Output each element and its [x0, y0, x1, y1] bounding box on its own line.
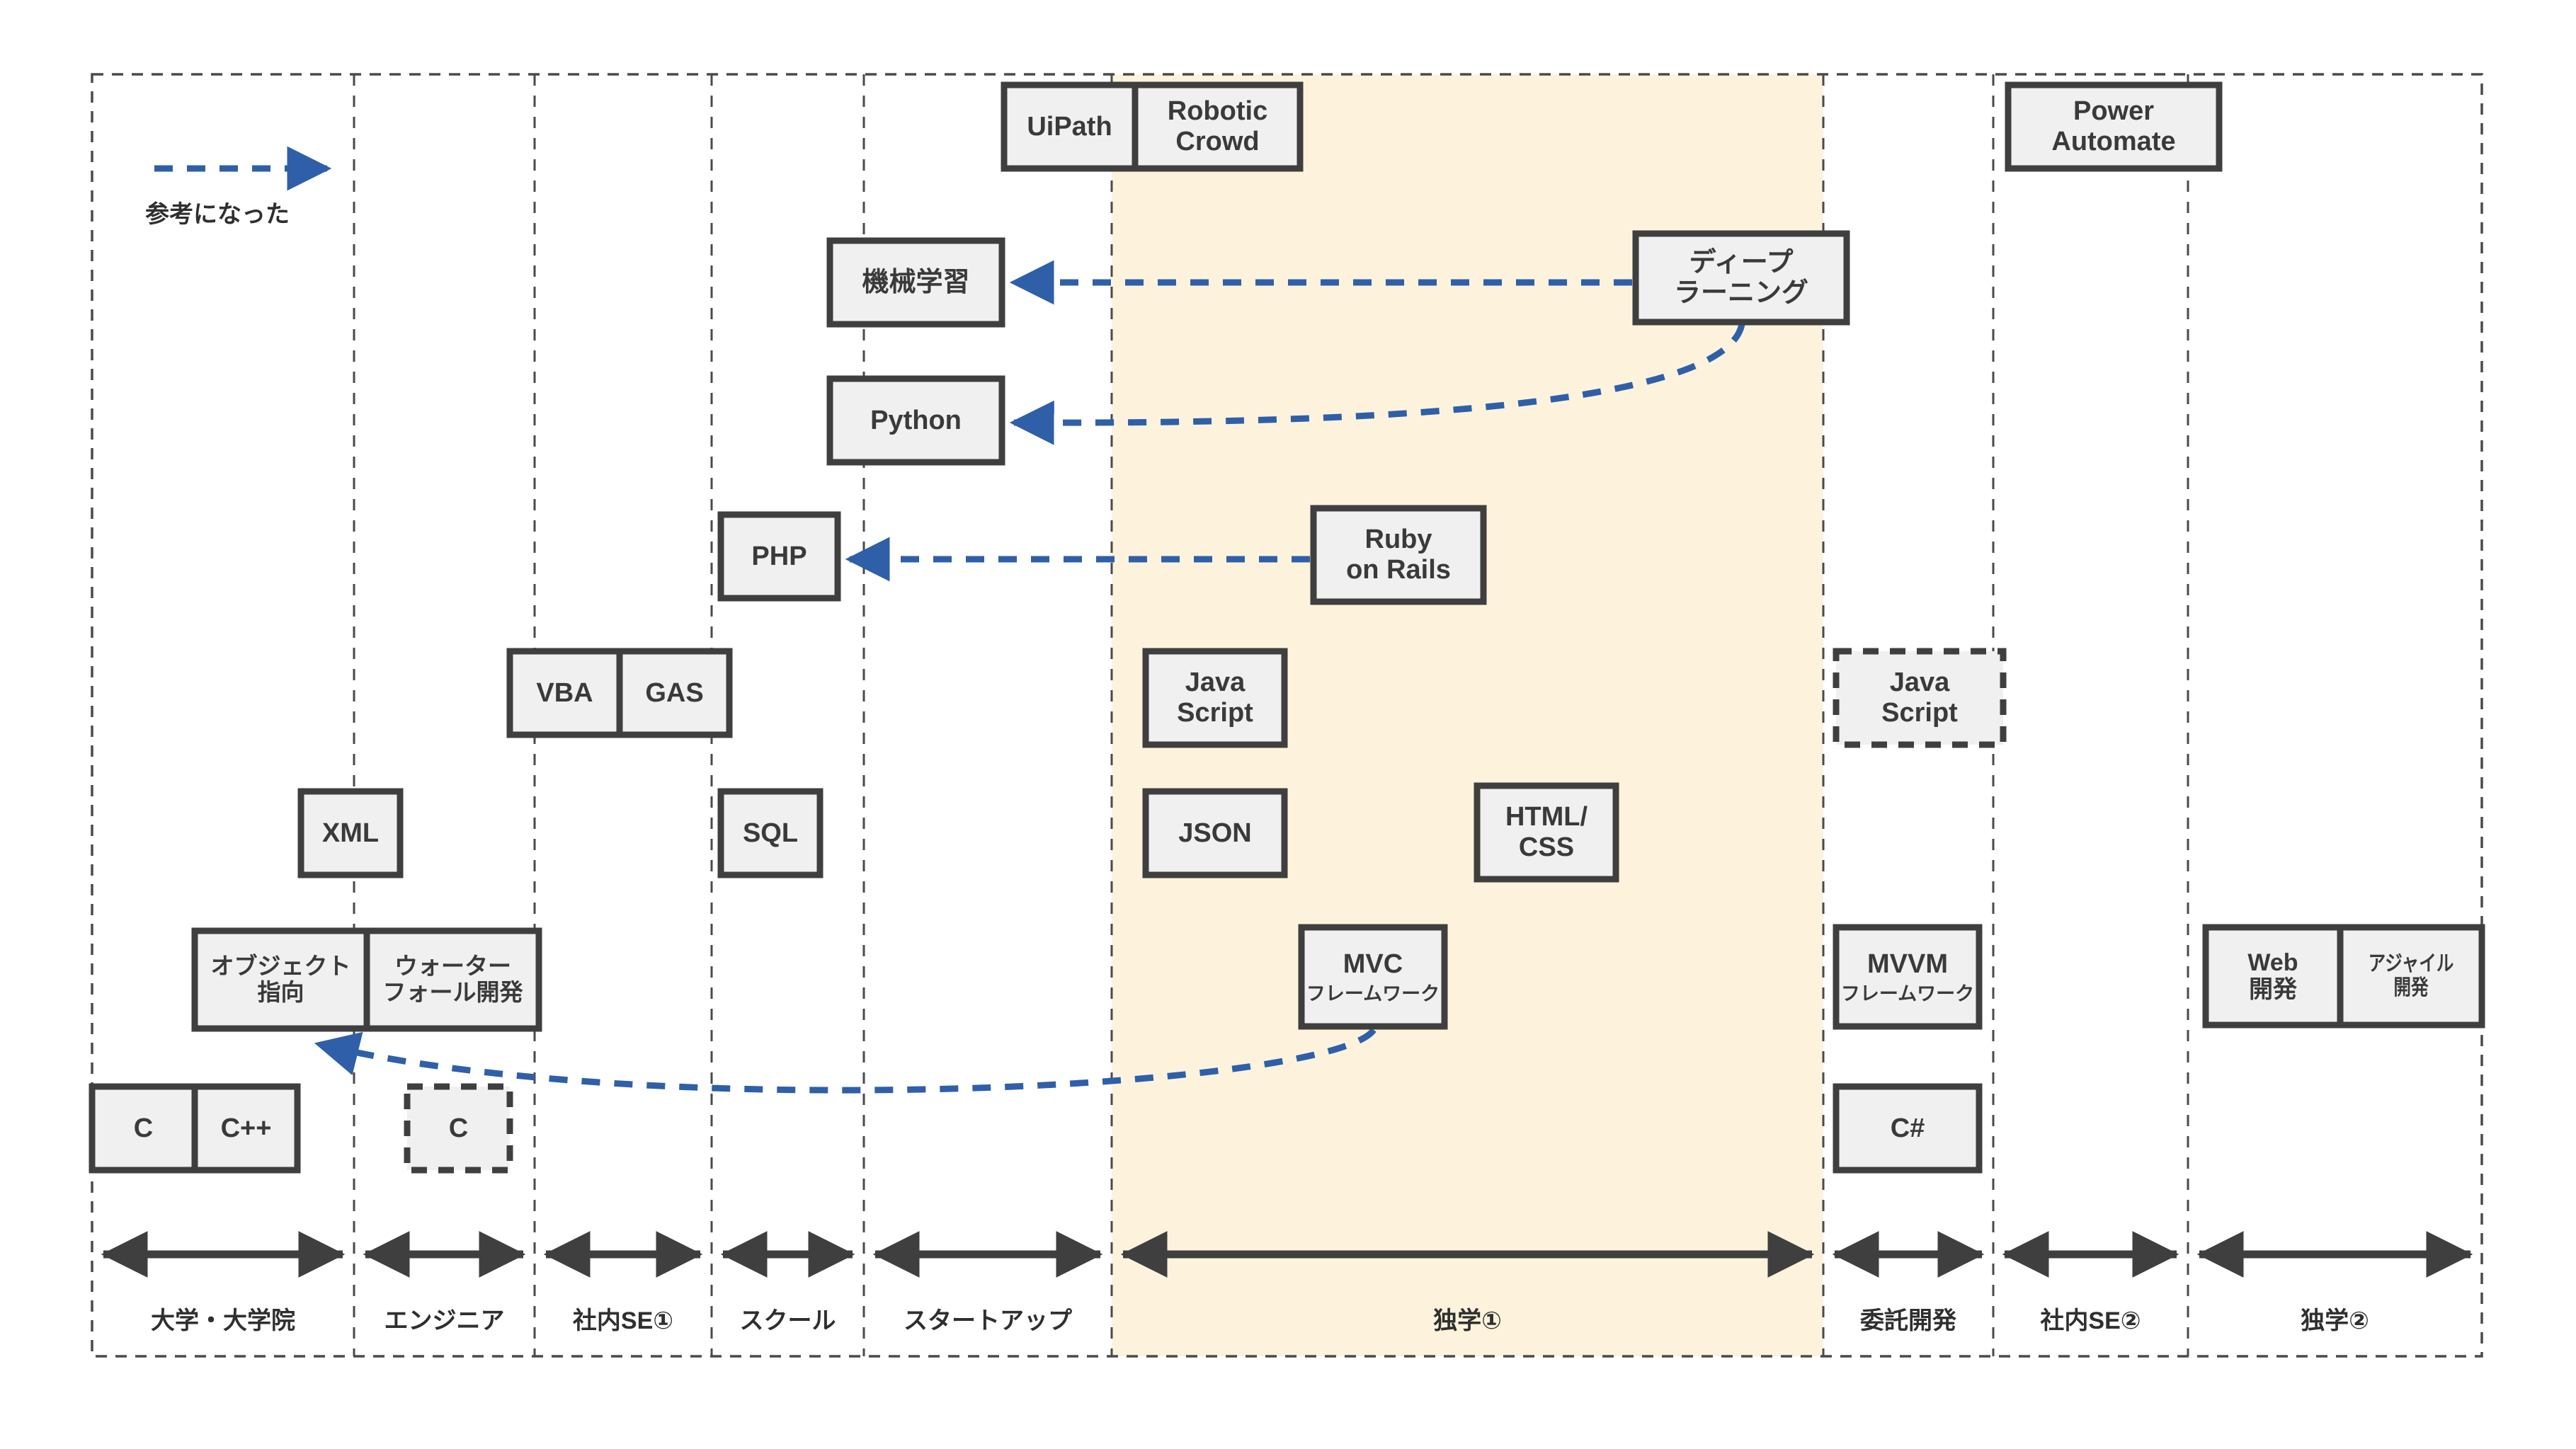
diagram-svg [89, 73, 2485, 1358]
box-b_python [826, 375, 1005, 466]
box-b_oop [191, 927, 370, 1032]
box-b_sql [717, 788, 823, 878]
phase-label-p8: 社内SE② [2040, 1307, 2141, 1334]
phase-label-p3: 社内SE① [572, 1307, 674, 1334]
box-b_robotic [1132, 81, 1304, 172]
box-b_power [2005, 81, 2223, 172]
box-b_ruby [1310, 505, 1487, 605]
phase-label-p4: スクール [739, 1307, 836, 1334]
phase-label-p2: エンジニア [384, 1307, 505, 1334]
phase-label-p1: 大学・大学院 [151, 1307, 295, 1334]
box-b_js1 [1142, 648, 1288, 748]
phase-label-p6: 独学① [1433, 1307, 1502, 1334]
phase-label-p9: 独学② [2301, 1307, 2369, 1334]
phase-label-p5: スタートアップ [904, 1307, 1072, 1334]
box-b_vba [506, 648, 623, 738]
box-b_js2 [1833, 648, 2007, 748]
box-b_web [2202, 924, 2344, 1029]
box-b_csharp [1833, 1083, 1983, 1174]
box-b_mvvm [1833, 924, 1983, 1030]
box-b_gas [616, 648, 733, 738]
box-b_deep [1632, 230, 1850, 326]
box-b_waterfall [363, 927, 542, 1032]
box-b_uipath [1001, 81, 1139, 172]
box-b_agile [2337, 924, 2485, 1029]
legend-label: 参考になった [145, 201, 290, 228]
box-b_c2 [404, 1083, 513, 1174]
box-b_htmlcss [1474, 782, 1619, 883]
diagram-canvas: 参考になった UiPath Robotic Crowd Power Automate… [0, 0, 2576, 1449]
box-b_json [1142, 788, 1288, 878]
box-b_kikai [826, 237, 1005, 328]
phase-label-p7: 委託開発 [1860, 1307, 1956, 1334]
box-b_xml [297, 788, 404, 878]
box-b_c1 [89, 1083, 198, 1174]
box-b_mvc [1298, 924, 1448, 1030]
box-b_php [717, 511, 841, 602]
box-b_cpp [191, 1083, 301, 1174]
